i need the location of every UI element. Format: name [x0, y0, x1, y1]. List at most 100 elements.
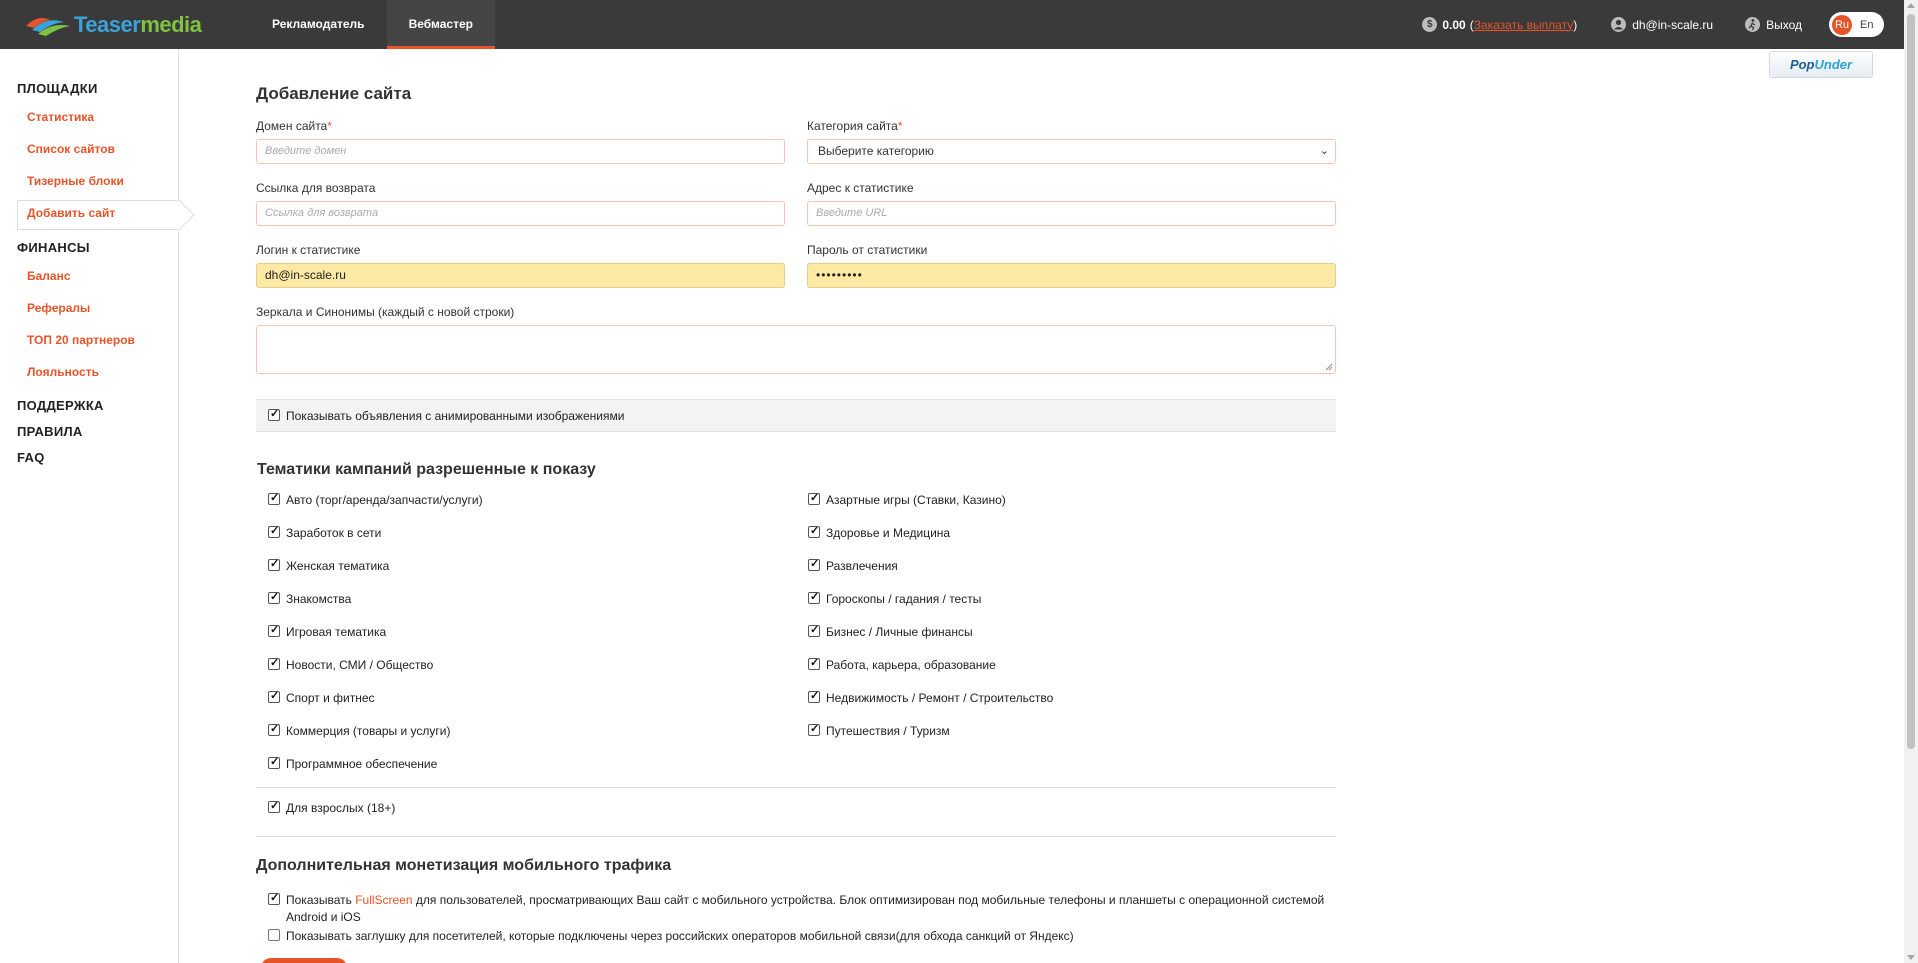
sidebar-section-faq[interactable]: FAQ: [17, 450, 45, 465]
divider: [256, 787, 1336, 788]
logout-icon: [1745, 17, 1761, 32]
lang-ru[interactable]: Ru: [1832, 14, 1852, 35]
topic-checkbox[interactable]: [808, 722, 820, 736]
page-title: Добавление сайта: [256, 84, 412, 103]
sidebar-item-loyalty[interactable]: Лояльность: [27, 365, 99, 379]
sidebar-section-rules[interactable]: ПРАВИЛА: [17, 424, 83, 439]
payout-link[interactable]: Заказать выплату: [1474, 18, 1574, 32]
topic-label: Программное обеспечение: [286, 757, 438, 771]
stub-checkbox[interactable]: [268, 929, 280, 941]
sidebar-item-statistics[interactable]: Статистика: [27, 110, 94, 124]
scroll-up-arrow-icon[interactable]: [1907, 3, 1915, 8]
topic-checkbox[interactable]: [268, 755, 280, 769]
stats-login-input[interactable]: dh@in-scale.ru: [256, 263, 785, 288]
top-nav: Рекламодатель Вебмастер: [250, 0, 496, 49]
stats-login-label: Логин к статистике: [256, 243, 361, 257]
user-email: dh@in-scale.ru: [1632, 17, 1714, 32]
return-link-label: Ссылка для возврата: [256, 181, 376, 195]
balance: $ 0.00 (Заказать выплату): [1422, 17, 1577, 32]
adult-checkbox[interactable]: [268, 799, 280, 813]
animated-ads-option: Показывать объявления с анимированными и…: [256, 399, 1336, 432]
topic-checkbox[interactable]: [808, 590, 820, 604]
fullscreen-label: Показывать FullScreen для пользователей,…: [286, 893, 1325, 924]
sidebar-item-sites-list[interactable]: Список сайтов: [27, 142, 115, 156]
topic-label: Женская тематика: [286, 559, 390, 573]
topic-checkbox[interactable]: [268, 689, 280, 703]
topic-checkbox[interactable]: [268, 524, 280, 538]
mobile-title: Дополнительная монетизация мобильного тр…: [256, 857, 672, 874]
sidebar-item-referrals[interactable]: Рефералы: [27, 301, 90, 315]
mirrors-textarea[interactable]: [256, 325, 1336, 374]
top-right: $ 0.00 (Заказать выплату) dh@in-scale.ru…: [1422, 0, 1904, 49]
topic-checkbox[interactable]: [808, 689, 820, 703]
sidebar-item-balance[interactable]: Баланс: [27, 269, 71, 283]
topic-label: Недвижимость / Ремонт / Строительство: [826, 691, 1054, 705]
top-bar: Teasermedia Рекламодатель Вебмастер $ 0.…: [0, 0, 1904, 49]
nav-webmaster[interactable]: Вебмастер: [386, 0, 496, 49]
category-value: Выберите категорию: [818, 144, 934, 158]
topic-label: Игровая тематика: [286, 625, 387, 639]
user-icon: [1611, 17, 1627, 32]
sidebar-section-support[interactable]: ПОДДЕРЖКА: [17, 398, 104, 413]
topic-checkbox[interactable]: [268, 656, 280, 670]
topic-checkbox[interactable]: [268, 557, 280, 571]
return-link-input[interactable]: Ссылка для возврата: [256, 201, 785, 226]
logout-button[interactable]: Выход: [1745, 17, 1802, 32]
animated-ads-checkbox[interactable]: [268, 407, 280, 421]
topic-checkbox[interactable]: [808, 623, 820, 637]
topics-title: Тематики кампаний разрешенные к показу: [257, 461, 596, 478]
topic-checkbox[interactable]: [808, 491, 820, 505]
topic-label: Бизнес / Личные финансы: [826, 625, 973, 639]
topic-label: Азартные игры (Ставки, Казино): [826, 493, 1006, 507]
topic-checkbox[interactable]: [808, 656, 820, 670]
topic-label: Знакомства: [286, 592, 352, 606]
topic-checkbox[interactable]: [268, 590, 280, 604]
user-menu[interactable]: dh@in-scale.ru: [1611, 17, 1713, 32]
topic-label: Здоровье и Медицина: [826, 526, 951, 540]
topic-checkbox[interactable]: [808, 557, 820, 571]
scrollbar[interactable]: [1904, 0, 1918, 963]
stats-url-label: Адрес к статистике: [807, 181, 914, 195]
topic-label: Работа, карьера, образование: [826, 658, 996, 672]
topic-checkbox[interactable]: [268, 722, 280, 736]
topic-label: Авто (торг/аренда/запчасти/услуги): [286, 493, 483, 507]
logout-label: Выход: [1766, 17, 1802, 32]
divider: [256, 836, 1336, 837]
topic-checkbox[interactable]: [268, 491, 280, 505]
topic-label: Развлечения: [826, 559, 898, 573]
topic-checkbox[interactable]: [808, 524, 820, 538]
sidebar-item-teaser-blocks[interactable]: Тизерные блоки: [27, 174, 124, 188]
stats-url-input[interactable]: Введите URL: [807, 201, 1336, 226]
topic-label: Гороскопы / гадания / тесты: [826, 592, 982, 606]
logo-text: Teasermedia: [74, 12, 202, 37]
topic-label: Заработок в сети: [286, 526, 382, 540]
stats-password-label: Пароль от статистики: [807, 243, 928, 257]
resize-grip-icon[interactable]: [1324, 362, 1333, 371]
topic-label: Путешествия / Туризм: [826, 724, 950, 738]
submit-button[interactable]: [261, 958, 347, 963]
sidebar-section-finance[interactable]: ФИНАНСЫ: [17, 240, 90, 255]
sidebar-section-platforms[interactable]: ПЛОЩАДКИ: [17, 81, 98, 96]
lang-en[interactable]: En: [1860, 19, 1873, 31]
fullscreen-link[interactable]: FullScreen: [355, 893, 412, 907]
scroll-thumb[interactable]: [1907, 14, 1915, 749]
domain-label: Домен сайта*: [256, 119, 332, 133]
fullscreen-checkbox[interactable]: [268, 891, 280, 905]
language-switch[interactable]: Ru En: [1829, 12, 1884, 37]
domain-input[interactable]: Введите домен: [256, 139, 785, 164]
nav-advertiser[interactable]: Рекламодатель: [250, 0, 387, 49]
dollar-icon: $: [1422, 17, 1438, 32]
scroll-down-arrow-icon[interactable]: [1907, 955, 1915, 960]
category-select[interactable]: Выберите категорию ⌄: [807, 139, 1336, 164]
sidebar-item-add-site[interactable]: Добавить сайт: [27, 206, 115, 220]
sidebar-item-top20[interactable]: ТОП 20 партнеров: [27, 333, 135, 347]
topic-label: Коммерция (товары и услуги): [286, 724, 451, 738]
logo[interactable]: Teasermedia: [24, 11, 202, 39]
popunder-badge[interactable]: Pop Under: [1769, 51, 1873, 78]
stats-password-input[interactable]: •••••••••: [807, 263, 1336, 288]
adult-label: Для взрослых (18+): [286, 801, 396, 815]
logo-icon: [26, 18, 70, 36]
topic-checkbox[interactable]: [268, 623, 280, 637]
topic-label: Новости, СМИ / Общество: [286, 658, 434, 672]
balance-value: 0.00: [1442, 17, 1466, 32]
